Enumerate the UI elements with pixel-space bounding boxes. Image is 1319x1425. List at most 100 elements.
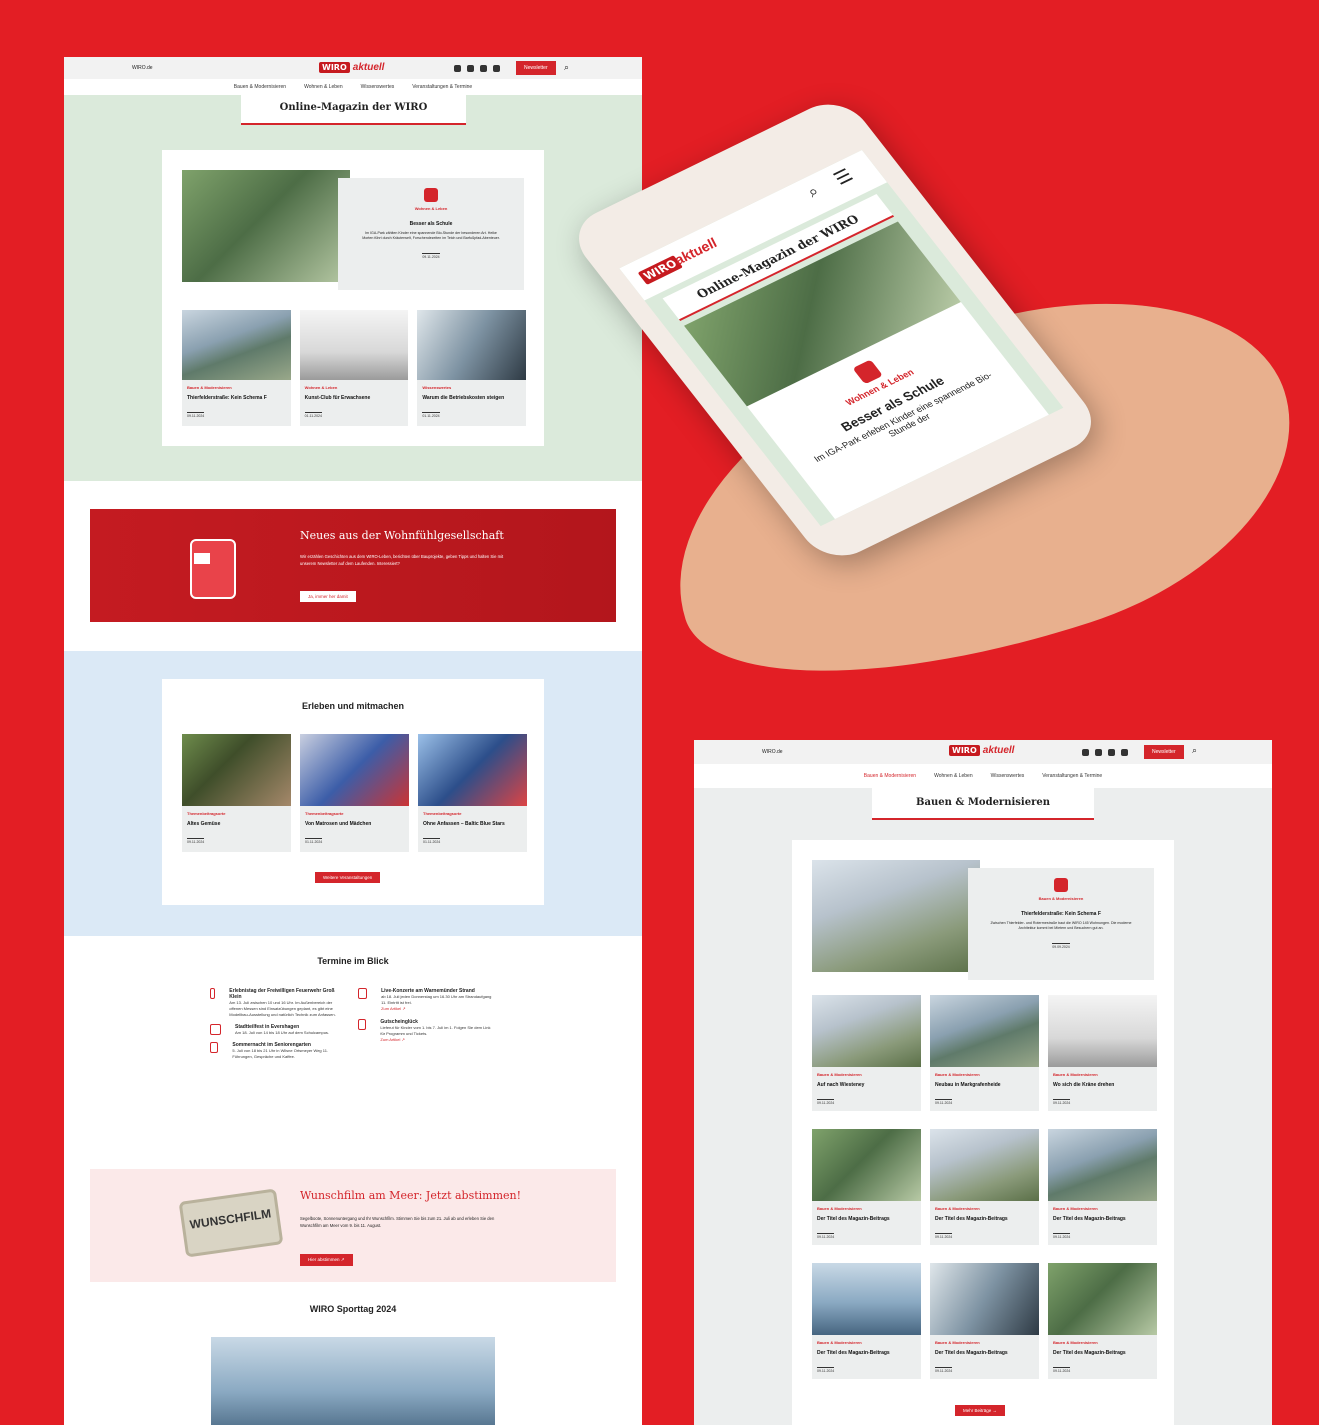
nav-item-bauen[interactable]: Bauen & Modernisieren xyxy=(234,84,286,90)
nav-item-wissenswertes[interactable]: Wissenswertes xyxy=(991,773,1025,779)
article-card[interactable]: Bauen & Modernisieren Der Titel des Magaz… xyxy=(1048,1263,1157,1379)
instagram-icon[interactable] xyxy=(480,65,487,72)
termin-item: Sommernacht im Seniorengarten 5. Juli von… xyxy=(210,1042,345,1060)
nav-item-wissenswertes[interactable]: Wissenswertes xyxy=(361,84,395,90)
article-image xyxy=(812,1263,921,1335)
article-card[interactable]: Bauen & Modernisieren Der Titel des Magaz… xyxy=(812,1129,921,1245)
termin-item: Erlebnistag der Freiwilligen Feuerwehr G… xyxy=(210,988,345,1018)
article-title: Der Titel des Magazin-Beitrags xyxy=(1053,1216,1126,1222)
featured-image[interactable] xyxy=(812,860,980,972)
article-date: 09.11.2024 xyxy=(935,1367,953,1373)
article-date: 01.11.2024 xyxy=(304,412,322,418)
article-image xyxy=(1048,995,1157,1067)
top-bar: WIRO.de WIRO aktuell Newsletter ⌕ xyxy=(694,740,1272,764)
article-card[interactable]: Wohnen & Leben Kunst-Club für Erwachsene… xyxy=(299,310,409,426)
article-image xyxy=(1048,1263,1157,1335)
page-title: Online-Magazin der WIRO xyxy=(241,95,466,125)
nav-item-bauen[interactable]: Bauen & Modernisieren xyxy=(864,773,916,779)
event-title: Altes Gemüse xyxy=(187,821,221,827)
sporttag-image[interactable] xyxy=(211,1337,495,1425)
termin-title: Erlebnistag der Freiwilligen Feuerwehr G… xyxy=(229,988,335,1000)
article-date: 09.11.2024 xyxy=(935,1233,953,1239)
article-card[interactable]: Bauen & Modernisieren Der Titel des Magaz… xyxy=(1048,1129,1157,1245)
newsletter-button[interactable]: Newsletter xyxy=(1144,745,1184,759)
article-category: Bauen & Modernisieren xyxy=(935,1340,980,1345)
promo-title: Neues aus der Wohnfühlgesellschaft xyxy=(300,529,504,542)
termin-link[interactable]: Zum Artikel ↗ xyxy=(381,1006,493,1011)
article-date: 09.11.2024 xyxy=(935,1099,953,1105)
events-section: Erleben und mitmachen Themenbeitragsorte… xyxy=(64,651,642,936)
article-card[interactable]: Bauen & Modernisieren Der Titel des Magaz… xyxy=(930,1263,1039,1379)
desktop-homepage: WIRO.de WIRO aktuell Newsletter ⌕ Bauen … xyxy=(64,57,642,1425)
featured-card[interactable]: Wohnen & Leben Besser als Schule Im IGA-… xyxy=(338,178,524,290)
featured-panel: Wohnen & Leben Besser als Schule Im IGA-… xyxy=(162,150,544,446)
calendar-icon xyxy=(358,988,368,999)
nav-item-termine[interactable]: Veranstaltungen & Termine xyxy=(1042,773,1102,779)
event-card[interactable]: Themenbeitragsorte Von Matrosen und Mädc… xyxy=(300,734,409,852)
event-date: 09.11.2024 xyxy=(187,838,205,844)
linkedin-icon[interactable] xyxy=(1121,749,1128,756)
logo-text: aktuell xyxy=(982,745,1015,756)
article-card[interactable]: Bauen & Modernisieren Wo sich die Kräne d… xyxy=(1048,995,1157,1111)
logo[interactable]: WIRO aktuell xyxy=(319,62,384,73)
desktop-category-page: WIRO.de WIRO aktuell Newsletter ⌕ Bauen … xyxy=(694,740,1272,1425)
search-icon[interactable]: ⌕ xyxy=(564,62,569,73)
termin-link[interactable]: Zum Artikel ↗ xyxy=(380,1037,493,1042)
search-icon[interactable]: ⌕ xyxy=(1192,745,1197,756)
article-card[interactable]: Bauen & Modernisieren Thierfelderstraße:… xyxy=(182,310,291,426)
article-grid: Bauen & Modernisieren Auf nach Wiesteney 0… xyxy=(812,995,1157,1379)
termin-item: Live-Konzerte am Warnemünder Strand ab 18… xyxy=(358,988,493,1011)
article-date: 09.11.2024 xyxy=(187,412,205,418)
facebook-icon[interactable] xyxy=(454,65,461,72)
article-title: Auf nach Wiesteney xyxy=(817,1082,865,1088)
featured-text: Zwischen Thierfelder- und Roterrnestraße… xyxy=(990,921,1132,930)
site-link[interactable]: WIRO.de xyxy=(132,65,153,71)
envelope-icon xyxy=(194,553,210,564)
menu-icon[interactable]: ☰ xyxy=(830,165,858,189)
article-image xyxy=(930,1129,1039,1201)
event-category: Themenbeitragsorte xyxy=(305,811,344,816)
featured-image[interactable] xyxy=(182,170,350,282)
more-posts-button[interactable]: Mehr Beiträge → xyxy=(955,1405,1006,1416)
event-title: Von Matrosen und Mädchen xyxy=(305,821,372,827)
termin-item: Stadtteilfest in Evershagen Am 18. Juli v… xyxy=(210,1024,345,1036)
vote-button[interactable]: Hier abstimmen ↗ xyxy=(300,1254,353,1266)
main-nav: Bauen & Modernisieren Wohnen & Leben Wis… xyxy=(694,764,1272,788)
newsletter-button[interactable]: Newsletter xyxy=(516,61,556,75)
site-link[interactable]: WIRO.de xyxy=(762,749,783,755)
article-date: 01.11.2024 xyxy=(422,412,440,418)
logo[interactable]: WIRO aktuell xyxy=(949,745,1014,756)
facebook-icon[interactable] xyxy=(1082,749,1089,756)
article-category: Bauen & Modernisieren xyxy=(1053,1206,1098,1211)
calendar-icon xyxy=(210,1042,219,1053)
article-card[interactable]: Bauen & Modernisieren Auf nach Wiesteney 0… xyxy=(812,995,921,1111)
youtube-icon[interactable] xyxy=(1095,749,1102,756)
social-icons xyxy=(454,65,500,72)
termine-title: Termine im Blick xyxy=(317,956,389,966)
nav-item-wohnen[interactable]: Wohnen & Leben xyxy=(934,773,973,779)
article-category: Bauen & Modernisieren xyxy=(817,1206,862,1211)
search-icon[interactable]: ⌕ xyxy=(804,183,823,201)
article-card[interactable]: Bauen & Modernisieren Der Titel des Magaz… xyxy=(930,1129,1039,1245)
article-date: 09.11.2024 xyxy=(817,1099,835,1105)
termine-col-2: Live-Konzerte am Warnemünder Strand ab 18… xyxy=(358,988,493,1042)
events-row: Themenbeitragsorte Altes Gemüse 09.11.20… xyxy=(182,734,527,852)
instagram-icon[interactable] xyxy=(1108,749,1115,756)
article-card[interactable]: Wissenswertes Warum die Betriebskosten s… xyxy=(417,310,527,426)
wunschfilm-text: Segelboote, Sonnenuntergang und Ihr Wuns… xyxy=(300,1216,495,1228)
event-card[interactable]: Themenbeitragsorte Ohne Anfassen – Balti… xyxy=(418,734,527,852)
featured-card[interactable]: Bauen & Modernisieren Thierfelderstraße:… xyxy=(968,868,1154,980)
more-events-button[interactable]: Weitere Veranstaltungen xyxy=(315,872,381,883)
nav-item-termine[interactable]: Veranstaltungen & Termine xyxy=(412,84,472,90)
article-card[interactable]: Bauen & Modernisieren Neubau in Markgrafe… xyxy=(930,995,1039,1111)
linkedin-icon[interactable] xyxy=(493,65,500,72)
termin-text: Lieferut für Kinder vom 1. bis 7. Juli i… xyxy=(380,1025,491,1036)
article-row: Bauen & Modernisieren Thierfelderstraße:… xyxy=(182,310,527,426)
nav-item-wohnen[interactable]: Wohnen & Leben xyxy=(304,84,343,90)
youtube-icon[interactable] xyxy=(467,65,474,72)
event-card[interactable]: Themenbeitragsorte Altes Gemüse 09.11.20… xyxy=(182,734,291,852)
promo-button[interactable]: Ja, immer her damit xyxy=(300,591,356,602)
house-icon xyxy=(424,188,438,202)
article-card[interactable]: Bauen & Modernisieren Der Titel des Magaz… xyxy=(812,1263,921,1379)
article-title: Kunst-Club für Erwachsene xyxy=(304,395,371,401)
